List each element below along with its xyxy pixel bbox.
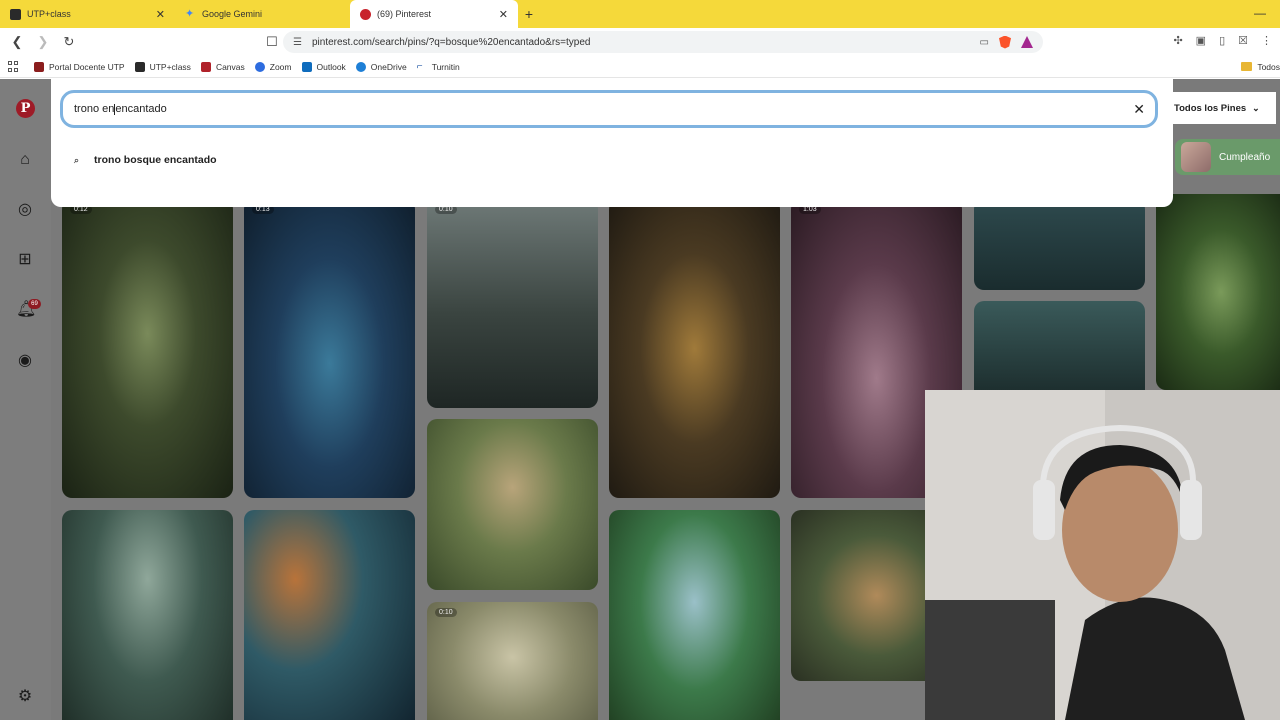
cast-icon[interactable]: ▭ — [980, 37, 989, 48]
pin-card[interactable]: 0:10 — [427, 602, 598, 720]
related-search-chip[interactable]: Cumpleaño — [1175, 139, 1280, 175]
tab-gemini[interactable]: ✦ Google Gemini — [175, 0, 350, 28]
bookmark-label: Portal Docente UTP — [49, 61, 125, 72]
utp-class-icon — [134, 61, 145, 72]
presenter-video-image — [925, 390, 1280, 720]
bookmark-label: Turnitin — [431, 61, 460, 72]
suggestion-text: trono bosque encantado — [94, 154, 217, 166]
site-settings-icon[interactable]: ☰ — [293, 37, 302, 48]
search-text-before-caret: trono en — [74, 103, 115, 115]
pin-card[interactable]: 0:12 — [62, 199, 233, 498]
gemini-sparkle-icon: ✦ — [185, 7, 195, 20]
search-input[interactable]: trono en encantado ✕ — [60, 90, 1158, 128]
bookmark-turnitin[interactable]: ⌐ Turnitin — [416, 60, 460, 72]
chip-label: Cumpleaño — [1219, 151, 1271, 163]
brave-shields-icon[interactable] — [999, 35, 1011, 49]
bookmark-icon[interactable]: ☐ — [261, 31, 283, 53]
forward-button[interactable]: ❯ — [32, 31, 54, 53]
bookmark-label: Outlook — [316, 61, 346, 72]
url-text: pinterest.com/search/pins/?q=bosque%20en… — [311, 36, 591, 48]
utp-favicon-icon — [10, 8, 21, 20]
webcam-overlay — [925, 390, 1280, 720]
pin-card[interactable]: 0:10 — [427, 199, 598, 408]
apps-grid-icon[interactable] — [8, 60, 20, 73]
utp-icon — [34, 61, 44, 72]
address-bar[interactable]: ☰ pinterest.com/search/pins/?q=bosque%20… — [283, 31, 1043, 53]
pinterest-favicon-icon — [360, 8, 371, 20]
bookmark-canvas[interactable]: Canvas — [200, 61, 245, 72]
pin-card[interactable] — [974, 301, 1145, 401]
folder-label: Todos — [1257, 61, 1280, 72]
extension-area: ✣ ▣ ▯ ☒ ⋮ — [1173, 34, 1272, 47]
close-tab-icon[interactable]: ✕ — [156, 8, 165, 21]
video-duration: 0:10 — [435, 608, 457, 617]
pin-card[interactable] — [609, 510, 780, 720]
leo-icon[interactable]: ☒ — [1238, 34, 1248, 47]
bookmarks-bar: Portal Docente UTP UTP+class Canvas Zoom… — [0, 56, 1280, 78]
bookmark-utpclass[interactable]: UTP+class — [134, 61, 191, 72]
brave-rewards-icon[interactable] — [1021, 36, 1033, 48]
chip-thumbnail — [1181, 142, 1211, 172]
pin-card[interactable] — [609, 199, 780, 498]
pin-card[interactable] — [244, 510, 415, 720]
canvas-icon — [200, 61, 211, 72]
notification-badge: 69 — [28, 299, 41, 309]
pin-card[interactable]: 0:13 — [244, 199, 415, 498]
messages-icon[interactable]: ◉ — [16, 352, 34, 370]
pinterest-logo-icon[interactable]: P — [16, 99, 35, 118]
new-tab-button[interactable]: + — [518, 0, 540, 28]
search-icon: ⌕ — [74, 154, 80, 165]
onedrive-icon — [355, 61, 366, 72]
explore-compass-icon[interactable]: ◎ — [16, 201, 34, 219]
extensions-icon[interactable]: ✣ — [1173, 34, 1182, 47]
bookmark-outlook[interactable]: Outlook — [301, 61, 346, 72]
turnitin-icon: ⌐ — [416, 60, 423, 72]
reload-button[interactable]: ↻ — [58, 31, 80, 53]
tab-title: UTP+class — [27, 9, 71, 19]
bookmarks-folder[interactable]: Todos — [1241, 62, 1280, 72]
close-tab-icon[interactable]: ✕ — [499, 8, 508, 21]
bookmark-onedrive[interactable]: OneDrive — [355, 61, 407, 72]
settings-gear-icon[interactable]: ⚙ — [16, 688, 34, 706]
pinterest-sidebar: P ⌂ ◎ ⊞ 🔔︎ 69 ◉ ⚙ — [0, 79, 51, 720]
home-icon[interactable]: ⌂ — [16, 151, 34, 169]
pin-card[interactable] — [427, 419, 598, 590]
tab-pinterest[interactable]: (69) Pinterest ✕ — [350, 0, 518, 28]
zoom-icon — [254, 61, 265, 72]
folder-icon — [1241, 62, 1253, 71]
menu-icon[interactable]: ⋮ — [1261, 34, 1272, 47]
bookmark-label: Zoom — [269, 61, 292, 72]
wallet-icon[interactable]: ▣ — [1196, 34, 1206, 47]
back-button[interactable]: ❮ — [6, 31, 28, 53]
bookmark-label: UTP+class — [149, 61, 191, 72]
tab-strip: UTP+class ✕ ✦ Google Gemini (69) Pintere… — [0, 0, 1280, 28]
search-text-after-caret: encantado — [115, 103, 167, 115]
sidebar-toggle-icon[interactable]: ▯ — [1219, 34, 1225, 47]
pin-filter-dropdown[interactable]: Todos los Pines ⌄ — [1164, 92, 1276, 124]
clear-search-icon[interactable]: ✕ — [1133, 101, 1145, 118]
search-suggestion-item[interactable]: ⌕ trono bosque encantado — [74, 154, 217, 166]
pin-card[interactable] — [1156, 194, 1280, 390]
pin-card[interactable] — [62, 510, 233, 720]
tab-title: (69) Pinterest — [377, 9, 432, 19]
tab-title: Google Gemini — [202, 9, 263, 19]
bookmark-portal-docente[interactable]: Portal Docente UTP — [34, 61, 125, 72]
minimize-button[interactable]: — — [1254, 6, 1266, 20]
bookmark-zoom[interactable]: Zoom — [254, 61, 292, 72]
outlook-icon — [301, 61, 312, 72]
tab-utpclass[interactable]: UTP+class ✕ — [0, 0, 175, 28]
pin-card[interactable] — [974, 199, 1145, 290]
filter-label: Todos los Pines — [1174, 102, 1247, 114]
chevron-down-icon: ⌄ — [1252, 102, 1260, 113]
bookmark-label: OneDrive — [370, 61, 407, 72]
browser-toolbar: ❮ ❯ ↻ ☐ ☰ pinterest.com/search/pins/?q=b… — [0, 28, 1280, 56]
create-plus-icon[interactable]: ⊞ — [16, 251, 34, 269]
bookmark-label: Canvas — [215, 61, 245, 72]
